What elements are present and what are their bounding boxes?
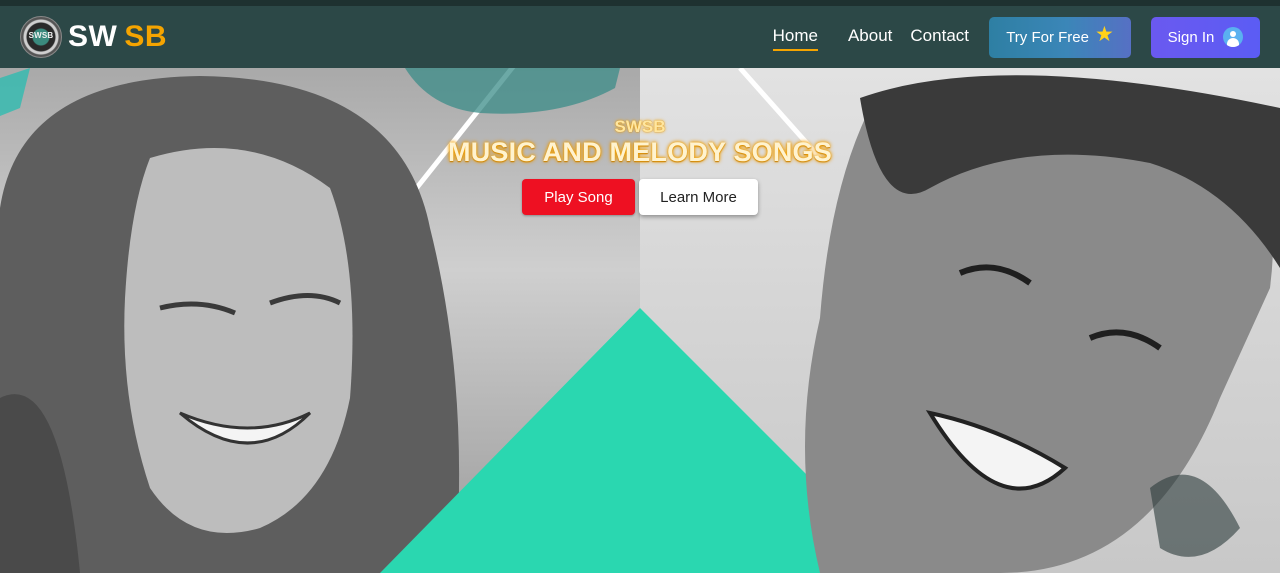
play-song-button[interactable]: Play Song xyxy=(522,179,635,215)
sign-in-button[interactable]: Sign In xyxy=(1151,16,1260,58)
nav-link-home[interactable]: Home xyxy=(772,26,819,51)
logo-text-accent: SB xyxy=(124,20,168,53)
hero-title: MUSIC AND MELODY SONGS xyxy=(448,137,832,167)
try-for-free-button[interactable]: Try For Free ★ xyxy=(989,16,1131,58)
hero-content: SWSB MUSIC AND MELODY SONGS Play Song Le… xyxy=(0,68,1280,573)
nav-links: Home About Contact Try For Free ★ Sign I… xyxy=(772,16,1260,58)
logo-badge-icon: SWSB xyxy=(20,16,62,58)
logo[interactable]: SWSB SW SB xyxy=(20,6,167,68)
try-for-free-label: Try For Free xyxy=(1006,28,1089,46)
learn-more-button[interactable]: Learn More xyxy=(639,179,758,215)
star-icon: ★ xyxy=(1094,22,1114,46)
sign-in-label: Sign In xyxy=(1167,28,1215,46)
nav-link-contact[interactable]: Contact xyxy=(910,26,969,48)
user-icon xyxy=(1223,27,1244,47)
logo-badge-text: SWSB xyxy=(28,31,54,40)
logo-text-primary: SW xyxy=(68,20,118,53)
navbar: SWSB SW SB Home About Contact Try For Fr… xyxy=(0,6,1280,68)
nav-link-about[interactable]: About xyxy=(848,26,892,48)
hero-kicker: SWSB xyxy=(614,117,666,136)
hero-section: SWSB MUSIC AND MELODY SONGS Play Song Le… xyxy=(0,68,1280,573)
